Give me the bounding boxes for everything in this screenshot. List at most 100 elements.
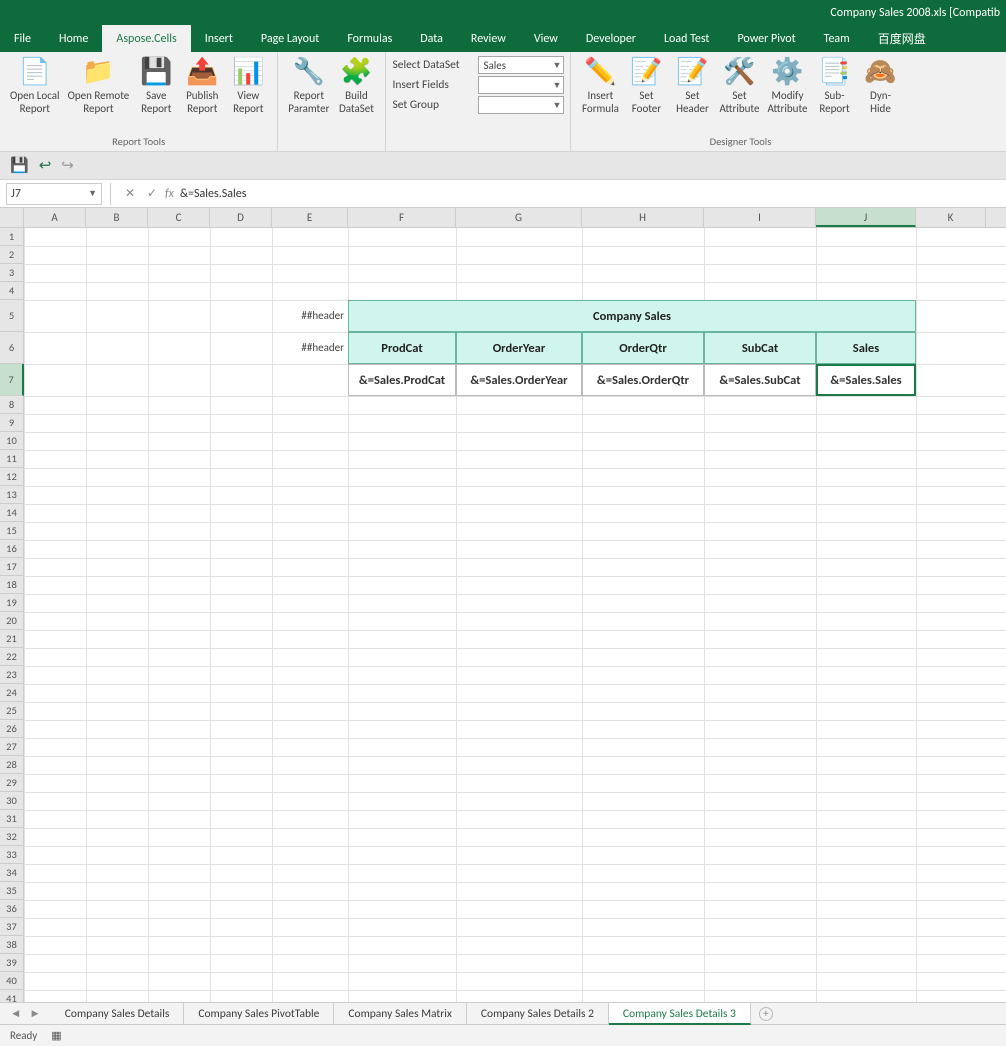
column-header[interactable]: D (210, 208, 272, 227)
sheet-nav-prev-icon[interactable]: ◄ (10, 1007, 21, 1021)
row-header[interactable]: 39 (0, 954, 24, 972)
row-header[interactable]: 17 (0, 558, 24, 576)
row-header[interactable]: 38 (0, 936, 24, 954)
column-header[interactable]: B (86, 208, 148, 227)
row-header[interactable]: 4 (0, 282, 24, 300)
column-header[interactable]: A (24, 208, 86, 227)
row-header[interactable]: 3 (0, 264, 24, 282)
column-header[interactable]: I (704, 208, 816, 227)
cell-area[interactable]: ##header##headerCompany SalesProdCatOrde… (24, 228, 1006, 1002)
formula-input[interactable]: &=Sales.Sales (180, 187, 1006, 201)
menu-tab-developer[interactable]: Developer (572, 25, 650, 52)
menu-tab-aspose-cells[interactable]: Aspose.Cells (102, 25, 190, 52)
sub-report-button[interactable]: 📑Sub-Report (812, 54, 858, 117)
redo-icon[interactable]: ↪ (61, 156, 74, 175)
column-header[interactable]: G (456, 208, 582, 227)
row-header[interactable]: 33 (0, 846, 24, 864)
row-header[interactable]: 29 (0, 774, 24, 792)
row-header[interactable]: 12 (0, 468, 24, 486)
row-header[interactable]: 34 (0, 864, 24, 882)
row-header[interactable]: 11 (0, 450, 24, 468)
row-header[interactable]: 21 (0, 630, 24, 648)
data-cell[interactable]: &=Sales.Sales (816, 364, 916, 396)
row-header[interactable]: 27 (0, 738, 24, 756)
column-header[interactable]: J (816, 208, 916, 227)
row-header[interactable]: 15 (0, 522, 24, 540)
column-header[interactable]: H (582, 208, 704, 227)
build-dataset-button[interactable]: 🧩BuildDataSet (333, 54, 379, 117)
view-report-button[interactable]: 📊ViewReport (225, 54, 271, 117)
row-header[interactable]: 2 (0, 246, 24, 264)
row-header[interactable]: 30 (0, 792, 24, 810)
name-box[interactable]: J7▼ (6, 183, 102, 205)
row-header[interactable]: 36 (0, 900, 24, 918)
set-header-button[interactable]: 📝SetHeader (669, 54, 715, 117)
sheet-tab[interactable]: Company Sales Details (51, 1003, 185, 1025)
select-all-corner[interactable] (0, 208, 24, 227)
row-header[interactable]: 1 (0, 228, 24, 246)
insert-fields-combo[interactable]: ▼ (478, 76, 564, 94)
undo-icon[interactable]: ↩ (39, 156, 52, 175)
report-parameter-button[interactable]: 🔧ReportParamter (284, 54, 333, 117)
insert-formula-button[interactable]: ✏️InsertFormula (577, 54, 623, 117)
row-header[interactable]: 5 (0, 300, 24, 332)
set-footer-button[interactable]: 📝SetFooter (623, 54, 669, 117)
menu-tab-team[interactable]: Team (810, 25, 864, 52)
dyn-hide-button[interactable]: 🙈Dyn-Hide (858, 54, 904, 117)
row-header[interactable]: 22 (0, 648, 24, 666)
row-header[interactable]: 20 (0, 612, 24, 630)
row-header[interactable]: 37 (0, 918, 24, 936)
save-icon[interactable]: 💾 (10, 156, 29, 175)
sheet-tab[interactable]: Company Sales Details 3 (609, 1003, 751, 1025)
row-header[interactable]: 13 (0, 486, 24, 504)
menu-tab-insert[interactable]: Insert (191, 25, 247, 52)
row-header[interactable]: 25 (0, 702, 24, 720)
row-header[interactable]: 9 (0, 414, 24, 432)
enter-formula-icon[interactable]: ✓ (141, 186, 163, 201)
row-header[interactable]: 16 (0, 540, 24, 558)
data-cell[interactable]: &=Sales.SubCat (704, 364, 816, 396)
row-header[interactable]: 19 (0, 594, 24, 612)
add-sheet-icon[interactable]: + (759, 1007, 773, 1021)
row-header[interactable]: 23 (0, 666, 24, 684)
select-dataset-combo[interactable]: Sales▼ (478, 56, 564, 74)
column-header[interactable]: C (148, 208, 210, 227)
fx-icon[interactable]: fx (165, 187, 174, 201)
menu-tab-load-test[interactable]: Load Test (650, 25, 723, 52)
sheet-tab[interactable]: Company Sales Matrix (334, 1003, 467, 1025)
set-group-combo[interactable]: ▼ (478, 96, 564, 114)
data-cell[interactable]: &=Sales.OrderYear (456, 364, 582, 396)
row-header[interactable]: 35 (0, 882, 24, 900)
column-header[interactable]: K (916, 208, 986, 227)
row-header[interactable]: 10 (0, 432, 24, 450)
column-header[interactable]: E (272, 208, 348, 227)
row-header[interactable]: 26 (0, 720, 24, 738)
sheet-nav-next-icon[interactable]: ► (29, 1007, 40, 1021)
data-cell[interactable]: &=Sales.OrderQtr (582, 364, 704, 396)
row-header[interactable]: 32 (0, 828, 24, 846)
publish-report-button[interactable]: 📤PublishReport (179, 54, 225, 117)
save-report-button[interactable]: 💾SaveReport (133, 54, 179, 117)
row-header[interactable]: 31 (0, 810, 24, 828)
menu-tab-data[interactable]: Data (406, 25, 457, 52)
open-remote-report-button[interactable]: 📁Open RemoteReport (64, 54, 134, 117)
modify-attribute-button[interactable]: ⚙️ModifyAttribute (763, 54, 811, 117)
menu-tab-page-layout[interactable]: Page Layout (247, 25, 333, 52)
menu-tab-view[interactable]: View (520, 25, 572, 52)
row-header[interactable]: 7 (0, 364, 24, 396)
row-header[interactable]: 28 (0, 756, 24, 774)
cancel-formula-icon[interactable]: ✕ (119, 186, 141, 201)
menu-tab-file[interactable]: File (0, 25, 45, 52)
menu-tab-formulas[interactable]: Formulas (333, 25, 406, 52)
sheet-tab[interactable]: Company Sales PivotTable (184, 1003, 334, 1025)
worksheet[interactable]: ABCDEFGHIJK 1234567891011121314151617181… (0, 208, 1006, 1002)
set-attribute-button[interactable]: 🛠️SetAttribute (715, 54, 763, 117)
menu-tab--[interactable]: 百度网盘 (864, 25, 940, 52)
record-macro-icon[interactable]: ▦ (51, 1029, 61, 1042)
row-header[interactable]: 14 (0, 504, 24, 522)
row-header[interactable]: 18 (0, 576, 24, 594)
menu-tab-home[interactable]: Home (45, 25, 102, 52)
menu-tab-review[interactable]: Review (457, 25, 520, 52)
menu-tab-power-pivot[interactable]: Power Pivot (723, 25, 809, 52)
row-header[interactable]: 41 (0, 990, 24, 1002)
